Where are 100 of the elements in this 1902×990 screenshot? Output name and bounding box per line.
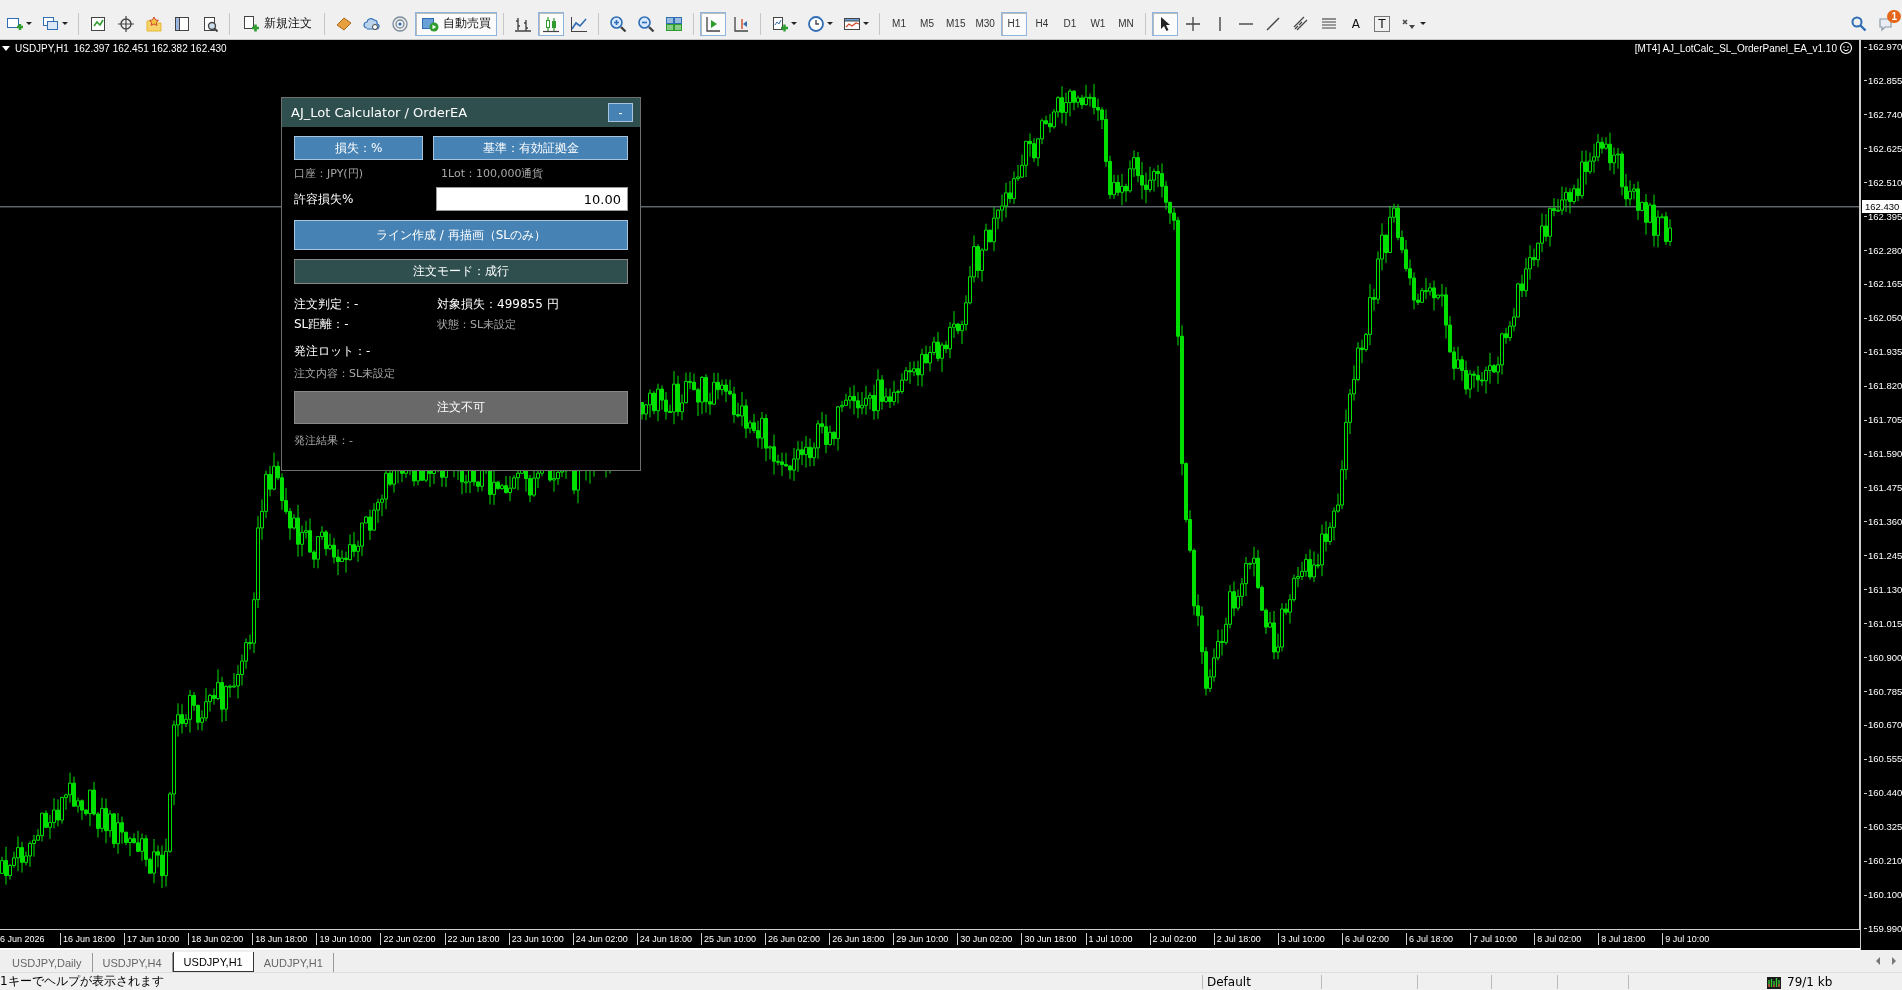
basis-button[interactable]: 基準：有効証拠金: [433, 136, 628, 160]
timeframe-button[interactable]: H4: [1028, 11, 1055, 36]
time-tick-label: 30 Jun 18:00: [1021, 933, 1086, 945]
order-judgement: 注文判定：-: [294, 295, 360, 313]
sl-status: 状態：SL未設定: [437, 316, 517, 332]
time-tick-label: 29 Jun 10:00: [893, 933, 958, 945]
autoscroll-button[interactable]: [700, 11, 726, 36]
time-tick-label: 26 Jun 18:00: [829, 933, 894, 945]
plus-page-icon: [242, 14, 260, 33]
autoscroll-icon: [704, 14, 722, 33]
smiley-icon: [1839, 41, 1853, 55]
time-tick-label: 7 Jul 10:00: [1470, 933, 1535, 945]
expert-label: [MT4] AJ_LotCalc_SL_OrderPanel_EA_v1.10: [1634, 42, 1837, 54]
search-icon: [1850, 14, 1868, 33]
chart-window-icon: [89, 14, 107, 33]
crosshair-icon: [1183, 14, 1202, 33]
symbol-label: USDJPY,H1: [15, 42, 69, 54]
caret-icon: [791, 21, 797, 26]
time-tick-label: 19 Jun 10:00: [316, 933, 381, 945]
time-tick-label: 2 Jul 02:00: [1149, 933, 1214, 945]
timeframe-button[interactable]: MN: [1112, 11, 1139, 36]
lot-size: 1Lot：100,000通貨: [441, 166, 544, 181]
magnifier-page-icon: [201, 14, 219, 33]
chart-shift-icon: [732, 14, 750, 33]
time-tick-label: 1 Jul 10:00: [1085, 933, 1150, 945]
time-tick-label: 3 Jul 10:00: [1277, 933, 1342, 945]
status-help: 1キーでヘルプが表示されます: [0, 973, 165, 990]
scroll-left-icon: [1874, 956, 1882, 966]
panel-title: AJ_Lot Calculator / OrderEA: [291, 105, 468, 120]
time-tick-label: 9 Jul 10:00: [1662, 933, 1727, 945]
status-profile: Default: [1202, 974, 1321, 989]
risk-input-field[interactable]: 10.00: [435, 187, 628, 211]
time-tick-label: 25 Jun 10:00: [700, 933, 766, 945]
timeframe-button[interactable]: M1: [886, 11, 912, 36]
time-tick-label: 26 Jun 02:00: [765, 933, 830, 945]
caret-icon: [1419, 21, 1426, 26]
time-tick-label: 30 Jun 02:00: [957, 933, 1022, 945]
candlestick-icon: [542, 14, 560, 33]
account-currency: 口座：JPY(円): [294, 166, 364, 181]
candle-chart-button[interactable]: [538, 11, 564, 36]
time-tick-label: 18 Jun 02:00: [188, 933, 253, 945]
timeframe-button[interactable]: D1: [1056, 11, 1083, 36]
ohlc-values: 162.397 162.451 162.382 162.430: [73, 42, 227, 54]
order-result: 発注結果：-: [294, 433, 354, 448]
star-folder-icon: [145, 14, 163, 33]
current-price-label: 162.430: [1862, 199, 1902, 213]
text-label-button[interactable]: T: [1373, 15, 1390, 32]
time-tick-label: 24 Jun 18:00: [636, 933, 701, 945]
auto-trading-button[interactable]: 自動売買: [415, 11, 497, 36]
cursor-button[interactable]: [1151, 11, 1178, 36]
timeframe-button[interactable]: M15: [942, 11, 970, 36]
minimize-button[interactable]: -: [608, 103, 633, 122]
target-loss: 対象損失：499855 円: [437, 295, 559, 313]
order-mode-button[interactable]: 注文モード：成行: [294, 259, 628, 284]
chart-tab[interactable]: USDJPY,H1: [172, 952, 254, 972]
traffic-label: 79/1 kb: [1787, 974, 1833, 989]
caret-icon: [863, 21, 869, 26]
time-tick-label: 6 Jul 02:00: [1341, 933, 1406, 945]
tile-windows-icon: [665, 14, 683, 33]
caret-icon: [827, 21, 833, 26]
order-detail: 注文内容：SL未設定: [294, 366, 397, 382]
draw-line-button[interactable]: ライン作成 / 再描画（SLのみ）: [294, 220, 628, 250]
scroll-right-icon: [1890, 956, 1898, 966]
loss-mode-button[interactable]: 損失：%: [294, 136, 424, 160]
time-tick-label: 2 Jul 18:00: [1213, 933, 1278, 945]
time-tick-label: 6 Jun 2026: [0, 933, 46, 945]
text-tool-button[interactable]: A: [1343, 11, 1368, 36]
timeframe-button[interactable]: M5: [914, 11, 940, 36]
caret-icon: [62, 21, 68, 26]
time-tick-label: 16 Jun 18:00: [60, 933, 125, 945]
timeframe-button[interactable]: W1: [1084, 11, 1111, 36]
risk-label: 許容損失%: [294, 190, 355, 208]
time-tick-label: 8 Jul 18:00: [1598, 933, 1663, 945]
line-chart-icon: [570, 14, 588, 33]
time-tick-label: 8 Jul 02:00: [1534, 933, 1599, 945]
sl-distance: SL距離：-: [294, 315, 350, 333]
indicator-plus-icon: [771, 14, 789, 33]
channel-icon: [1291, 14, 1310, 33]
horizontal-line-icon: [1237, 21, 1254, 26]
time-tick-label: 22 Jun 02:00: [380, 933, 445, 945]
time-tick-label: 6 Jul 18:00: [1405, 933, 1471, 945]
timeframe-button[interactable]: H1: [1000, 11, 1027, 36]
time-tick-label: 23 Jun 10:00: [508, 933, 573, 945]
crosshair-circle-icon: [117, 14, 135, 33]
clock-icon: [807, 14, 825, 33]
vertical-line-icon: [1217, 15, 1222, 32]
new-order-button[interactable]: 新規注文: [236, 11, 318, 36]
time-tick-label: 22 Jun 18:00: [444, 933, 509, 945]
time-tick-label: 17 Jun 10:00: [124, 933, 189, 945]
zoom-out-icon: [637, 14, 655, 33]
caret-icon: [26, 21, 32, 26]
panel-icon: [173, 14, 191, 33]
notification-badge: 1: [1887, 9, 1901, 23]
zoom-in-icon: [609, 14, 627, 33]
signal-bars-icon: [1767, 974, 1781, 989]
order-lot: 発注ロット：-: [294, 343, 372, 360]
time-tick-label: 24 Jun 02:00: [572, 933, 637, 945]
triangle-icon: [2, 45, 10, 51]
windows-icon: [42, 14, 60, 33]
timeframe-button[interactable]: M30: [971, 11, 999, 36]
